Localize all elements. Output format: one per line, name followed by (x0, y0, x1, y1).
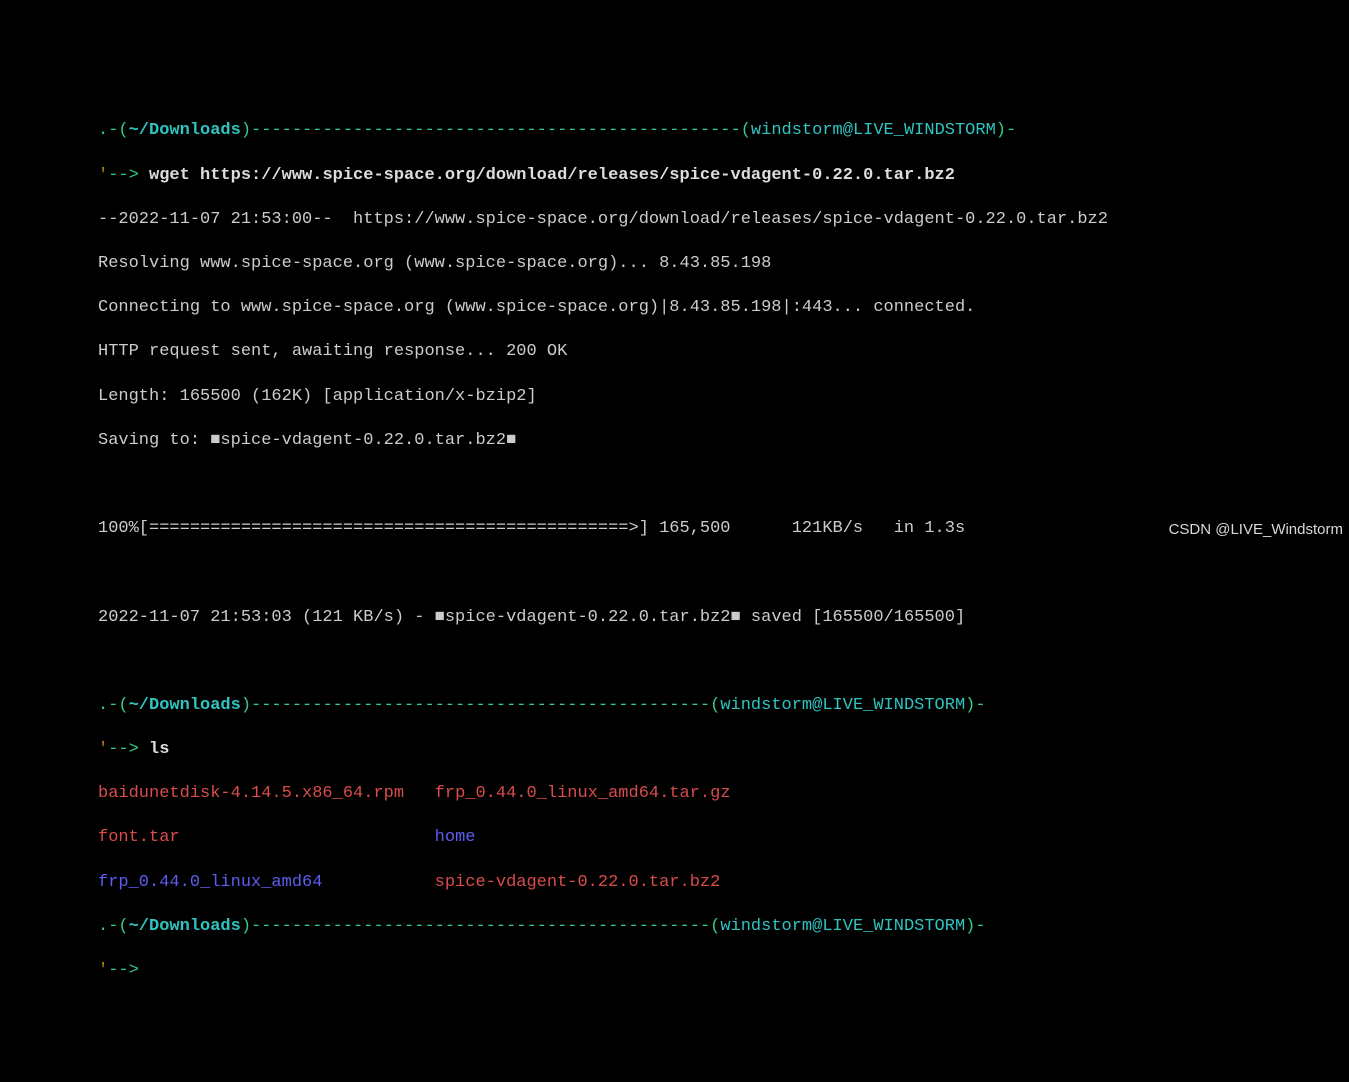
arrow: --> (108, 961, 149, 980)
prompt-fill: ----------------------------------------… (251, 121, 741, 140)
pad (180, 828, 435, 847)
arrow-quote: ' (98, 740, 108, 759)
saved-file: ■spice-vdagent-0.22.0.tar.bz2■ (435, 608, 741, 627)
prompt-fill: ----------------------------------------… (251, 917, 710, 936)
prompt-dot: . (98, 696, 108, 715)
prompt-path: ~/Downloads (129, 696, 241, 715)
close-dash: ) (241, 696, 251, 715)
saving-to-label: Saving to: (98, 431, 210, 450)
prompt-at: @ (843, 121, 853, 140)
close-dash: ) (241, 121, 251, 140)
wget-output-5: Length: 165500 (162K) [application/x-bzi… (98, 386, 1349, 408)
arrow: --> (108, 166, 149, 185)
close-user: )- (965, 696, 985, 715)
prompt-host: LIVE_WINDSTORM (822, 696, 965, 715)
wget-output-3: Connecting to www.spice-space.org (www.s… (98, 297, 1349, 319)
ls-file-tar: font.tar (98, 828, 180, 847)
prompt-path: ~/Downloads (129, 917, 241, 936)
arrow: --> (108, 740, 149, 759)
command-wget: wget https://www.spice-space.org/downloa… (149, 166, 955, 185)
arrow-quote: ' (98, 166, 108, 185)
prompt-at: @ (812, 917, 822, 936)
ls-row-2: font.tar home (98, 827, 1349, 849)
prompt-dot: . (98, 917, 108, 936)
wget-output-4: HTTP request sent, awaiting response... … (98, 341, 1349, 363)
prompt-host: LIVE_WINDSTORM (853, 121, 996, 140)
open-user: ( (710, 917, 720, 936)
prompt-line-5: .-(~/Downloads)-------------------------… (98, 916, 1349, 938)
saved-prefix: 2022-11-07 21:53:03 (121 KB/s) - (98, 608, 435, 627)
prompt-line-3: .-(~/Downloads)-------------------------… (98, 695, 1349, 717)
saved-suffix: saved [165500/165500] (741, 608, 965, 627)
saving-to-file: ■spice-vdagent-0.22.0.tar.bz2■ (210, 431, 516, 450)
wget-saved: 2022-11-07 21:53:03 (121 KB/s) - ■spice-… (98, 607, 1349, 629)
dash-open: -( (108, 696, 128, 715)
pad (404, 784, 435, 803)
ls-file-targz: frp_0.44.0_linux_amd64.tar.gz (435, 784, 731, 803)
blank-3 (98, 651, 1349, 673)
prompt-line-1: .-(~/Downloads)-------------------------… (98, 120, 1349, 142)
prompt-fill: ----------------------------------------… (251, 696, 710, 715)
open-user: ( (741, 121, 751, 140)
ls-dir-frp: frp_0.44.0_linux_amd64 (98, 873, 322, 892)
wget-output-1: --2022-11-07 21:53:00-- https://www.spic… (98, 209, 1349, 231)
terminal-output[interactable]: .-(~/Downloads)-------------------------… (0, 88, 1349, 1004)
blank-1 (98, 474, 1349, 496)
dash-open: -( (108, 917, 128, 936)
prompt-user: windstorm (751, 121, 843, 140)
dash-open: -( (108, 121, 128, 140)
close-user: )- (965, 917, 985, 936)
prompt-dot: . (98, 121, 108, 140)
watermark: CSDN @LIVE_Windstorm (1169, 520, 1343, 540)
ls-row-3: frp_0.44.0_linux_amd64 spice-vdagent-0.2… (98, 872, 1349, 894)
prompt-line-4: '--> ls (98, 739, 1349, 761)
prompt-line-6[interactable]: '--> (98, 960, 1349, 982)
pad (322, 873, 434, 892)
prompt-host: LIVE_WINDSTORM (822, 917, 965, 936)
command-ls: ls (149, 740, 169, 759)
prompt-path: ~/Downloads (129, 121, 241, 140)
wget-output-6: Saving to: ■spice-vdagent-0.22.0.tar.bz2… (98, 430, 1349, 452)
prompt-at: @ (812, 696, 822, 715)
ls-dir-home: home (435, 828, 476, 847)
prompt-user: windstorm (720, 917, 812, 936)
prompt-user: windstorm (720, 696, 812, 715)
prompt-line-2: '--> wget https://www.spice-space.org/do… (98, 165, 1349, 187)
wget-progress: 100%[===================================… (98, 518, 1349, 540)
arrow-quote: ' (98, 961, 108, 980)
open-user: ( (710, 696, 720, 715)
wget-output-2: Resolving www.spice-space.org (www.spice… (98, 253, 1349, 275)
close-user: )- (996, 121, 1016, 140)
ls-row-1: baidunetdisk-4.14.5.x86_64.rpm frp_0.44.… (98, 783, 1349, 805)
blank-2 (98, 562, 1349, 584)
ls-file-rpm: baidunetdisk-4.14.5.x86_64.rpm (98, 784, 404, 803)
close-dash: ) (241, 917, 251, 936)
ls-file-bz2: spice-vdagent-0.22.0.tar.bz2 (435, 873, 721, 892)
